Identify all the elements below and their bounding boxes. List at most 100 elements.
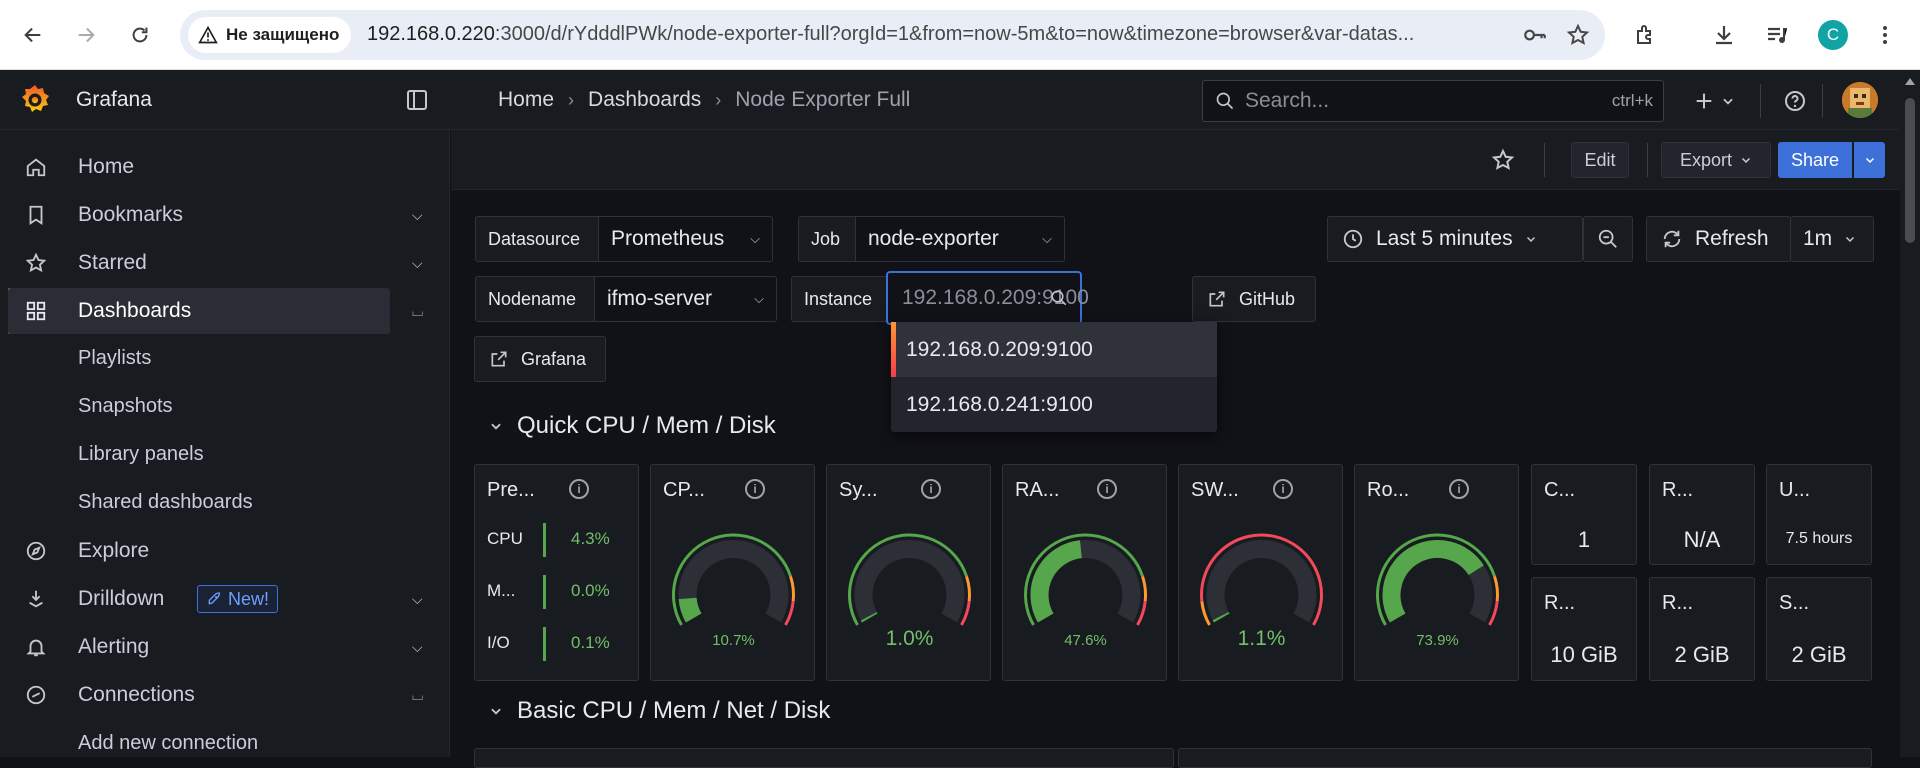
gauge-panel[interactable]: Sy... i 1.0% xyxy=(826,464,991,681)
refresh-interval-picker[interactable]: 1m xyxy=(1790,216,1874,262)
gauge-panel[interactable]: Ro... i 73.9% xyxy=(1354,464,1519,681)
sidebar-item-bookmarks[interactable]: Bookmarks ⌵ xyxy=(0,192,450,238)
address-bar[interactable]: Не защищено 192.168.0.220:3000/d/rYdddlP… xyxy=(180,10,1605,60)
scroll-up-arrow-icon[interactable] xyxy=(1904,76,1916,86)
sidebar-subitem-add-new-connection[interactable]: Add new connection xyxy=(78,732,258,755)
gauge-track xyxy=(854,540,965,623)
external-link-icon xyxy=(1209,291,1225,307)
sidebar-item-drilldown[interactable]: Drilldown New! ⌵ xyxy=(0,576,450,622)
sidebar-item-label: Home xyxy=(78,155,135,178)
chevron-up-icon[interactable]: ⌴ xyxy=(412,687,423,704)
gauge-value-label: 10.7% xyxy=(712,632,755,649)
grafana-link[interactable]: Grafana xyxy=(474,336,606,382)
breadcrumb-dashboards[interactable]: Dashboards xyxy=(588,88,701,112)
datasource-label: Datasource xyxy=(475,216,599,262)
instance-input[interactable]: 192.168.0.209:9100 xyxy=(886,271,1089,325)
stat-panel-rootfs-total[interactable]: R... 10 GiB xyxy=(1531,577,1637,681)
panel-title: R... xyxy=(1544,592,1576,614)
stat-panel-uptime[interactable]: U... 7.5 hours xyxy=(1766,464,1872,565)
url-text[interactable]: 192.168.0.220:3000/d/rYdddlPWk/node-expo… xyxy=(367,23,1497,46)
share-options-button[interactable] xyxy=(1854,142,1885,178)
sidebar-subitem-playlists[interactable]: Playlists xyxy=(78,347,151,370)
chevron-down-icon[interactable]: ⌵ xyxy=(412,255,423,272)
rocket-icon xyxy=(208,592,221,605)
export-button[interactable]: Export xyxy=(1661,142,1771,178)
breadcrumb-home[interactable]: Home xyxy=(498,88,554,112)
nodename-select[interactable]: ifmo-server ⌵ xyxy=(594,276,777,322)
edit-button[interactable]: Edit xyxy=(1571,142,1629,178)
reload-button[interactable] xyxy=(122,17,158,53)
row-header-basic[interactable]: Basic CPU / Mem / Net / Disk xyxy=(489,697,830,725)
sidebar-item-home[interactable]: Home xyxy=(0,144,450,190)
job-select[interactable]: node-exporter ⌵ xyxy=(855,216,1065,262)
share-label: Share xyxy=(1790,149,1840,170)
sidebar-item-explore[interactable]: Explore xyxy=(0,528,450,574)
search-input[interactable]: Search... ctrl+k xyxy=(1202,80,1664,122)
gauge-panel[interactable]: RA... i 47.6% xyxy=(1002,464,1167,681)
grafana-link-label: Grafana xyxy=(521,348,587,369)
stat-panel-ram-total[interactable]: R... 2 GiB xyxy=(1649,577,1755,681)
password-key-button[interactable] xyxy=(1520,20,1550,50)
sidebar-item-connections[interactable]: Connections ⌴ xyxy=(0,672,450,718)
grafana-logo-icon[interactable] xyxy=(18,83,52,117)
info-icon[interactable]: i xyxy=(1273,479,1293,499)
chevron-up-icon[interactable]: ⌴ xyxy=(412,303,423,320)
extensions-button[interactable] xyxy=(1628,17,1664,53)
time-range-picker[interactable]: Last 5 minutes xyxy=(1327,216,1583,262)
instance-option[interactable]: 192.168.0.209:9100 xyxy=(891,322,1217,377)
drilldown-icon xyxy=(24,587,48,611)
stat-panel-reboot[interactable]: R... N/A xyxy=(1649,464,1755,565)
panel-title: S... xyxy=(1779,592,1810,614)
dock-menu-icon[interactable] xyxy=(405,88,429,112)
profile-button[interactable]: C xyxy=(1815,17,1851,53)
gauge-threshold-band xyxy=(1493,575,1499,602)
scrollbar-thumb[interactable] xyxy=(1905,98,1915,243)
stat-panel-cpu-cores[interactable]: C... 1 xyxy=(1531,464,1637,565)
mark-favorite-button[interactable] xyxy=(1491,148,1515,177)
sidebar-subitem-shared-dashboards[interactable]: Shared dashboards xyxy=(78,491,253,514)
panel-cpu-basic[interactable] xyxy=(474,748,1174,768)
downloads-button[interactable] xyxy=(1706,17,1742,53)
page-scrollbar[interactable] xyxy=(1900,70,1920,757)
chevron-down-icon[interactable]: ⌵ xyxy=(412,207,423,224)
new-button[interactable] xyxy=(1693,86,1735,116)
stat-panel-swap-total[interactable]: S... 2 GiB xyxy=(1766,577,1872,681)
panel-memory-basic[interactable] xyxy=(1178,748,1872,768)
refresh-button[interactable]: Refresh xyxy=(1646,216,1791,262)
browser-menu-button[interactable] xyxy=(1867,17,1903,53)
bookmark-star-button[interactable] xyxy=(1563,20,1593,50)
gauge-value-arc xyxy=(1212,611,1230,623)
export-label: Export xyxy=(1679,149,1733,170)
pressure-panel[interactable]: Pre... i CPU 4.3% M... 0.0% I/O 0.1% xyxy=(474,464,639,681)
help-button[interactable] xyxy=(1783,86,1807,116)
security-chip[interactable]: Не защищено xyxy=(188,17,352,53)
chevron-down-icon xyxy=(1846,236,1855,243)
info-icon[interactable]: i xyxy=(1449,479,1469,499)
chevron-down-icon[interactable]: ⌵ xyxy=(412,591,423,608)
gauge-panel[interactable]: SW... i 1.1% xyxy=(1178,464,1343,681)
info-icon[interactable]: i xyxy=(1097,479,1117,499)
info-icon[interactable]: i xyxy=(921,479,941,499)
sidebar-subitem-library-panels[interactable]: Library panels xyxy=(78,443,204,466)
back-button[interactable] xyxy=(15,17,51,53)
gauge-panel[interactable]: CP... i 10.7% xyxy=(650,464,815,681)
zoom-out-button[interactable] xyxy=(1583,216,1633,262)
chevron-down-icon[interactable]: ⌵ xyxy=(412,639,423,656)
clock-icon xyxy=(1343,229,1363,249)
forward-button[interactable] xyxy=(68,17,104,53)
row-header-quick[interactable]: Quick CPU / Mem / Disk xyxy=(489,412,776,440)
info-icon[interactable]: i xyxy=(745,479,765,499)
sidebar-item-dashboards[interactable]: Dashboards ⌴ xyxy=(8,288,423,334)
datasource-select[interactable]: Prometheus ⌵ xyxy=(598,216,773,262)
share-button[interactable]: Share xyxy=(1778,142,1852,178)
sidebar-item-starred[interactable]: Starred ⌵ xyxy=(0,240,450,286)
user-avatar[interactable] xyxy=(1842,82,1878,118)
instance-option[interactable]: 192.168.0.241:9100 xyxy=(891,377,1217,432)
pressure-bar xyxy=(543,627,546,661)
chevron-down-icon xyxy=(1741,157,1751,164)
sidebar-subitem-snapshots[interactable]: Snapshots xyxy=(78,395,173,418)
media-button[interactable] xyxy=(1759,17,1795,53)
info-icon[interactable]: i xyxy=(569,479,589,499)
sidebar-item-alerting[interactable]: Alerting ⌵ xyxy=(0,624,450,670)
github-link[interactable]: GitHub xyxy=(1192,276,1316,322)
